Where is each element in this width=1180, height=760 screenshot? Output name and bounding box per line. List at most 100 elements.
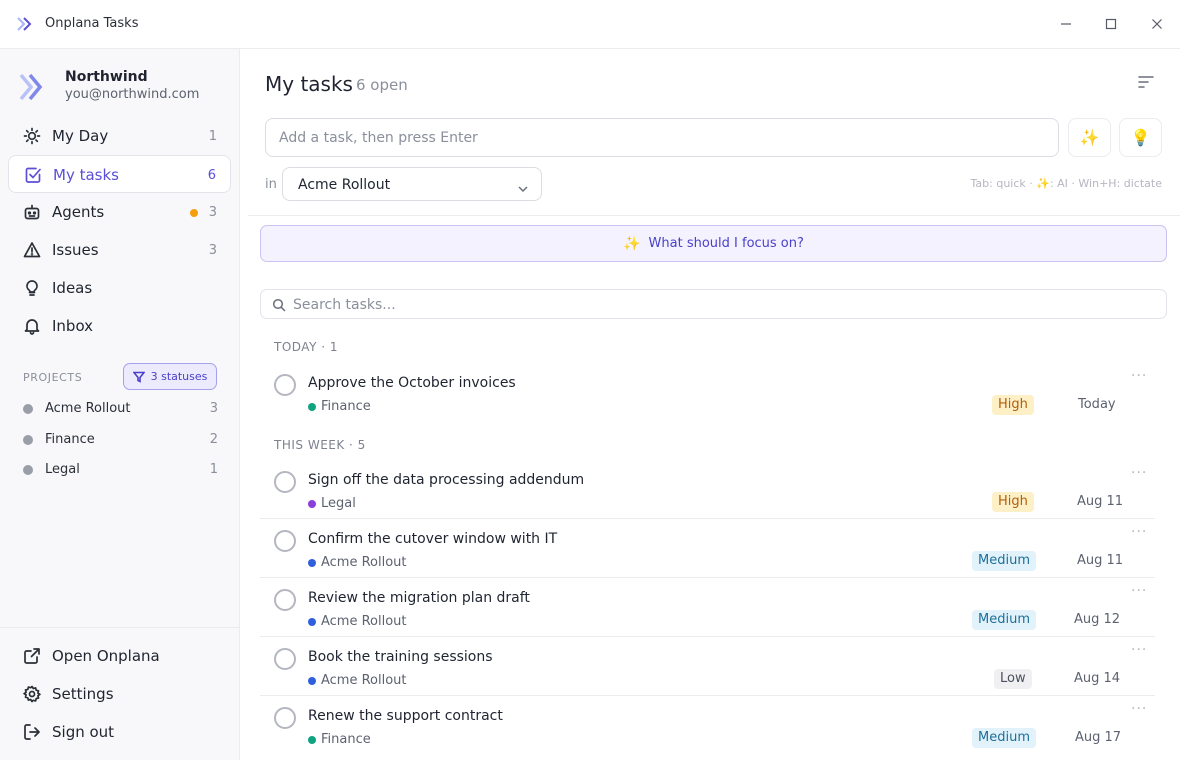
project-color-dot: [308, 499, 316, 508]
sign-out-icon: [23, 723, 41, 741]
focus-suggestion-button[interactable]: ✨ What should I focus on?: [260, 225, 1167, 262]
task-row[interactable]: Renew the support contract Finance Mediu…: [260, 697, 1155, 755]
priority-badge: Medium: [972, 728, 1036, 748]
idea-button[interactable]: 💡: [1119, 118, 1162, 157]
window-title: Onplana Tasks: [45, 16, 139, 31]
nav-issues[interactable]: Issues 3: [8, 231, 231, 269]
more-options-icon[interactable]: ···: [1131, 465, 1147, 481]
close-button[interactable]: [1145, 13, 1169, 35]
sidebar: Northwind you@northwind.com My Day 1 My …: [0, 49, 240, 760]
sparkle-icon: ✨: [623, 235, 641, 252]
nav-label: Agents: [52, 203, 105, 221]
nav-inbox[interactable]: Inbox: [8, 307, 231, 345]
project-select[interactable]: Acme Rollout: [282, 167, 542, 201]
bot-icon: [23, 203, 41, 221]
more-options-icon[interactable]: ···: [1131, 368, 1147, 384]
task-complete-checkbox[interactable]: [274, 471, 296, 493]
due-date: Aug 11: [1077, 553, 1124, 568]
task-title: Review the migration plan draft: [308, 590, 530, 606]
project-color-dot: [23, 435, 33, 445]
more-options-icon[interactable]: ···: [1131, 642, 1147, 658]
priority-badge: Medium: [972, 551, 1036, 571]
filter-icon: [132, 371, 145, 383]
task-complete-checkbox[interactable]: [274, 374, 296, 396]
project-name: Legal: [45, 462, 80, 477]
nav-count: 1: [208, 129, 217, 144]
open-onplana-button[interactable]: Open Onplana: [8, 637, 231, 675]
task-title: Approve the October invoices: [308, 375, 516, 391]
sign-out-button[interactable]: Sign out: [8, 713, 231, 751]
project-color-dot: [308, 558, 316, 567]
project-item-acme-rollout[interactable]: Acme Rollout 3: [23, 399, 218, 419]
nav-my-tasks[interactable]: My tasks 6: [8, 155, 231, 193]
in-label: in: [265, 177, 277, 192]
project-item-finance[interactable]: Finance 2: [23, 430, 218, 450]
more-options-icon[interactable]: ···: [1131, 524, 1147, 540]
due-date: Aug 17: [1075, 730, 1122, 745]
priority-badge: Medium: [972, 610, 1036, 630]
task-title: Confirm the cutover window with IT: [308, 531, 558, 547]
status-filter-button[interactable]: 3 statuses: [123, 363, 217, 390]
group-heading-this-week: THIS WEEK · 5: [274, 438, 366, 452]
external-link-icon: [23, 647, 41, 665]
divider: [248, 215, 1180, 216]
task-project: Acme Rollout: [308, 673, 407, 688]
nav-label: Settings: [52, 685, 114, 703]
project-item-legal[interactable]: Legal 1: [23, 460, 218, 480]
gear-icon: [23, 685, 41, 703]
chevron-down-icon: [517, 179, 529, 198]
agents-activity-dot: [190, 209, 198, 217]
nav-agents[interactable]: Agents 3: [8, 193, 231, 231]
nav-label: My tasks: [53, 166, 119, 184]
task-project: Acme Rollout: [308, 614, 407, 629]
task-row[interactable]: Confirm the cutover window with IT Acme …: [260, 520, 1155, 578]
project-color-dot: [308, 735, 316, 744]
task-row[interactable]: Sign off the data processing addendum Le…: [260, 461, 1155, 519]
more-options-icon[interactable]: ···: [1131, 701, 1147, 717]
task-project: Finance: [308, 399, 371, 414]
nav-label: Open Onplana: [52, 647, 160, 665]
page-title: My tasks: [265, 72, 353, 96]
task-project: Legal: [308, 496, 356, 511]
task-title: Renew the support contract: [308, 708, 503, 724]
ai-assist-button[interactable]: ✨: [1068, 118, 1111, 157]
task-project-name: Acme Rollout: [321, 673, 407, 688]
account-email: you@northwind.com: [65, 87, 200, 102]
task-complete-checkbox[interactable]: [274, 648, 296, 670]
task-complete-checkbox[interactable]: [274, 707, 296, 729]
nav-count: 3: [208, 243, 217, 258]
lightbulb-icon: [23, 279, 41, 297]
task-project-name: Acme Rollout: [321, 614, 407, 629]
sun-icon: [23, 127, 41, 145]
minimize-button[interactable]: [1054, 13, 1078, 35]
more-options-icon[interactable]: ···: [1131, 583, 1147, 599]
project-name: Acme Rollout: [45, 401, 131, 416]
due-date: Aug 11: [1077, 494, 1124, 509]
nav-count: 3: [208, 205, 217, 220]
task-row[interactable]: Book the training sessions Acme Rollout …: [260, 638, 1155, 696]
project-color-dot: [23, 465, 33, 475]
nav-count: 6: [207, 168, 216, 183]
task-project-name: Finance: [321, 732, 371, 747]
project-count: 1: [209, 462, 218, 477]
nav-label: Issues: [52, 241, 99, 259]
settings-button[interactable]: Settings: [8, 675, 231, 713]
sort-icon[interactable]: [1137, 74, 1155, 90]
task-complete-checkbox[interactable]: [274, 589, 296, 611]
account-switcher[interactable]: Northwind you@northwind.com: [18, 69, 228, 109]
project-name: Finance: [45, 432, 95, 447]
add-task-input[interactable]: [265, 118, 1059, 157]
sparkle-icon: ✨: [1079, 128, 1100, 147]
task-complete-checkbox[interactable]: [274, 530, 296, 552]
nav-ideas[interactable]: Ideas: [8, 269, 231, 307]
task-row[interactable]: Approve the October invoices Finance Hig…: [260, 364, 1155, 422]
task-row[interactable]: Review the migration plan draft Acme Rol…: [260, 579, 1155, 637]
task-project-name: Finance: [321, 399, 371, 414]
due-date: Aug 14: [1074, 671, 1121, 686]
priority-badge: Low: [994, 669, 1032, 689]
nav-my-day[interactable]: My Day 1: [8, 117, 231, 155]
maximize-button[interactable]: [1099, 13, 1123, 35]
task-project: Acme Rollout: [308, 555, 407, 570]
search-input[interactable]: [293, 294, 1153, 316]
nav-label: My Day: [52, 127, 109, 145]
